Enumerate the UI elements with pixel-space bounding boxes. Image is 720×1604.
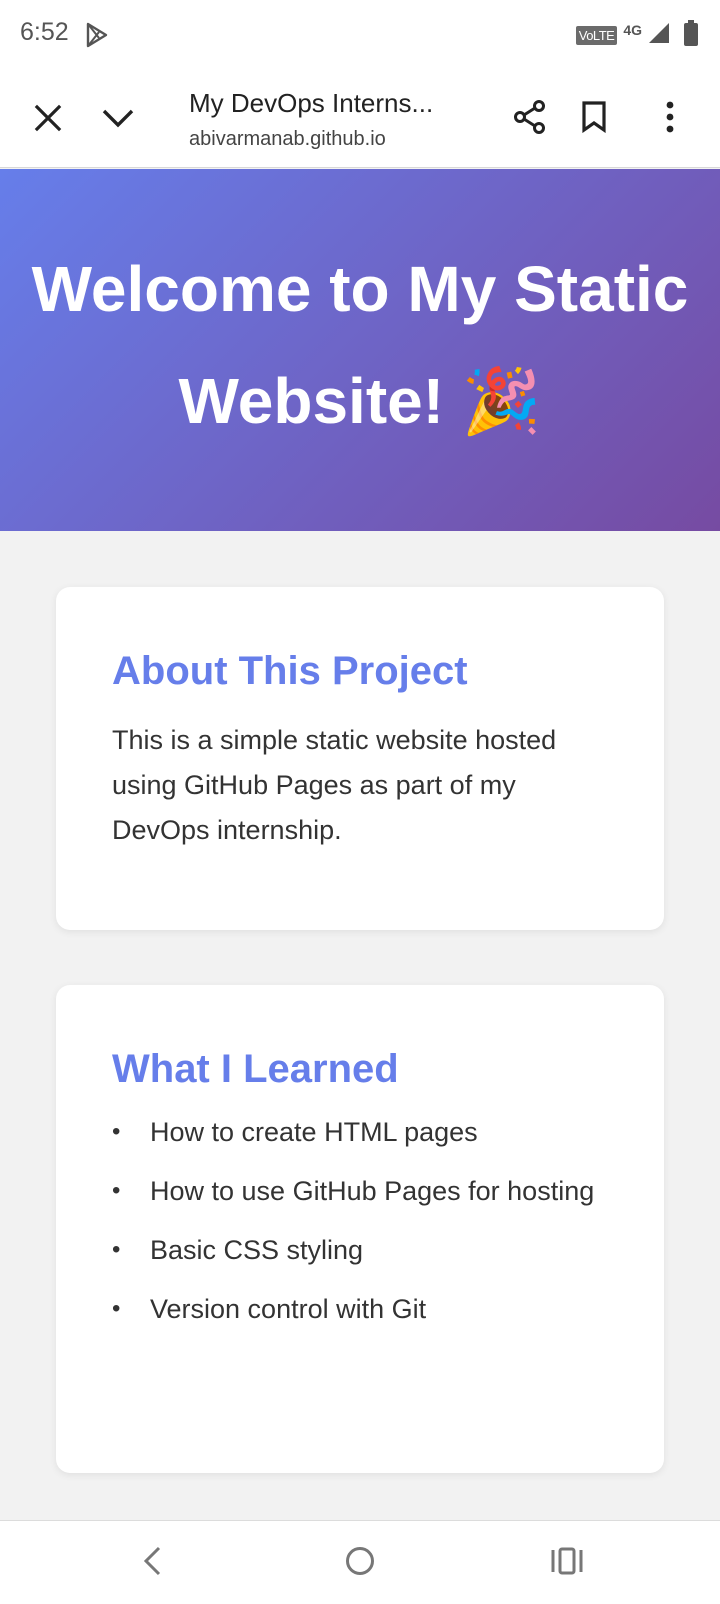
home-icon: [344, 1545, 376, 1582]
page-url[interactable]: abivarmanab.github.io: [189, 128, 386, 151]
list-item-text: Version control with Git: [150, 1294, 427, 1324]
volte-badge: VoLTE: [575, 25, 618, 45]
recents-button[interactable]: [545, 1541, 589, 1585]
recents-icon: [551, 1547, 583, 1580]
hero-banner: Welcome to My Static Website! 🎉: [0, 169, 720, 531]
list-item-text: How to use GitHub Pages for hosting: [150, 1176, 595, 1206]
about-heading: About This Project: [112, 649, 468, 693]
back-icon: [141, 1546, 163, 1581]
network-type: 4G: [623, 22, 642, 38]
learned-heading: What I Learned: [112, 1047, 399, 1091]
list-item: • How to create HTML pages: [112, 1110, 608, 1154]
about-text: This is a simple static website hosted u…: [112, 725, 557, 845]
hero-title: Welcome to My Static Website! 🎉: [31, 253, 689, 437]
chevron-down-icon: [101, 107, 135, 134]
status-time: 6:52: [20, 18, 69, 46]
learned-list: • How to create HTML pages • How to use Gi…: [112, 1110, 608, 1331]
play-store-icon: [84, 22, 110, 48]
share-button[interactable]: [506, 95, 554, 143]
page-title: My DevOps Interns...: [189, 88, 434, 118]
learned-card: What I Learned • How to create HTML pages…: [56, 985, 664, 1473]
list-item: • How to use GitHub Pages for hosting: [112, 1169, 608, 1213]
close-icon: [34, 104, 62, 137]
list-item-text: How to create HTML pages: [150, 1117, 478, 1147]
bullet-icon: •: [112, 1236, 121, 1263]
browser-toolbar: My DevOps Interns... abivarmanab.github.…: [0, 72, 720, 168]
back-button[interactable]: [130, 1541, 174, 1585]
more-vert-icon: [665, 101, 675, 138]
battery-icon: [684, 19, 698, 51]
more-options-button[interactable]: [646, 95, 694, 143]
home-button[interactable]: [338, 1541, 382, 1585]
close-tab-button[interactable]: [24, 96, 72, 144]
bullet-icon: •: [112, 1295, 121, 1322]
signal-icon: [648, 22, 670, 49]
list-item: • Version control with Git: [112, 1287, 608, 1331]
bookmark-button[interactable]: [570, 95, 618, 143]
bullet-icon: •: [112, 1177, 121, 1204]
list-item: • Basic CSS styling: [112, 1228, 608, 1272]
about-card: About This Project This is a simple stat…: [56, 587, 664, 930]
bullet-icon: •: [112, 1118, 121, 1145]
minimize-tab-button[interactable]: [94, 96, 142, 144]
status-bar: 6:52 VoLTE 4G: [0, 0, 720, 72]
bookmark-icon: [581, 100, 607, 138]
share-icon: [513, 99, 547, 139]
status-indicators: VoLTE 4G: [575, 19, 698, 51]
list-item-text: Basic CSS styling: [150, 1235, 364, 1265]
system-nav-bar: [0, 1520, 720, 1604]
